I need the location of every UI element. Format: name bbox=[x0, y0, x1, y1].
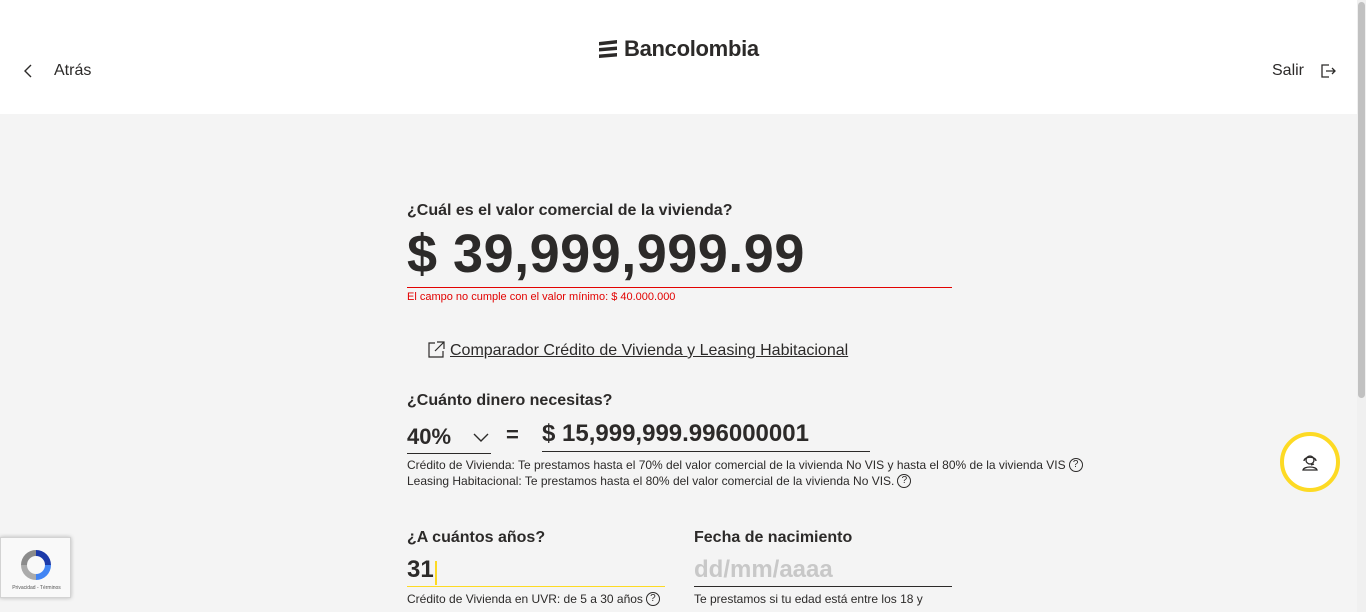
scrollbar-thumb[interactable] bbox=[1358, 2, 1365, 398]
headset-agent-icon bbox=[1302, 455, 1318, 471]
property-value-input[interactable]: $ 39,999,999.99 bbox=[407, 222, 952, 288]
external-link-icon bbox=[428, 341, 445, 358]
percent-select[interactable]: 40% bbox=[407, 420, 491, 454]
chevron-left-icon bbox=[24, 64, 32, 78]
exit-button[interactable]: Salir bbox=[1272, 58, 1338, 84]
birthdate-question: Fecha de nacimiento bbox=[694, 529, 853, 546]
comparator-label: Comparador Crédito de Vivienda y Leasing… bbox=[450, 342, 849, 359]
back-button[interactable]: Atrás bbox=[20, 58, 91, 84]
page-scrollbar[interactable] bbox=[1357, 0, 1366, 612]
bancolombia-logo-icon bbox=[599, 40, 617, 58]
virtual-assistant-button[interactable] bbox=[1280, 432, 1340, 492]
credit-note: Crédito de Vivienda: Te prestamos hasta … bbox=[407, 458, 1083, 472]
help-icon[interactable]: ? bbox=[645, 592, 660, 606]
birthdate-input[interactable]: dd/mm/aaaa bbox=[694, 555, 952, 587]
exit-label: Salir bbox=[1272, 62, 1305, 79]
property-value-text: $ 39,999,999.99 bbox=[407, 224, 805, 284]
years-value: 31 bbox=[407, 556, 434, 583]
back-label: Atrás bbox=[54, 62, 92, 79]
birthdate-note-text: Te prestamos si tu edad está entre los 1… bbox=[694, 592, 923, 606]
comparator-link[interactable]: Comparador Crédito de Vivienda y Leasing… bbox=[426, 340, 848, 360]
recaptcha-badge[interactable]: Privacidad - Términos bbox=[0, 537, 71, 598]
property-value-question: ¿Cuál es el valor comercial de la vivien… bbox=[407, 202, 733, 219]
loan-amount-value: $ 15,999,999.996000001 bbox=[542, 420, 809, 447]
years-input[interactable]: 31 bbox=[407, 555, 665, 587]
recaptcha-links[interactable]: Privacidad - Términos bbox=[1, 585, 72, 591]
help-icon[interactable]: ? bbox=[1068, 458, 1083, 472]
help-icon[interactable]: ? bbox=[897, 474, 912, 488]
chevron-down-icon bbox=[473, 433, 489, 442]
birthdate-note: Te prestamos si tu edad está entre los 1… bbox=[694, 592, 923, 606]
percent-value: 40% bbox=[407, 423, 452, 449]
birthdate-placeholder: dd/mm/aaaa bbox=[694, 556, 833, 583]
leasing-note: Leasing Habitacional: Te prestamos hasta… bbox=[407, 474, 912, 488]
top-header: Atrás Bancolombia Salir bbox=[0, 0, 1357, 114]
brand-name: Bancolombia bbox=[624, 36, 759, 61]
property-value-error: El campo no cumple con el valor mínimo: … bbox=[407, 291, 676, 303]
logout-icon bbox=[1321, 64, 1336, 78]
term-question: ¿A cuántos años? bbox=[407, 529, 546, 546]
term-note: Crédito de Vivienda en UVR: de 5 a 30 añ… bbox=[407, 592, 660, 606]
recaptcha-icon bbox=[21, 550, 51, 580]
leasing-note-text: Leasing Habitacional: Te prestamos hasta… bbox=[407, 474, 895, 488]
loan-amount-field[interactable]: $ 15,999,999.996000001 bbox=[542, 420, 870, 452]
term-note-text: Crédito de Vivienda en UVR: de 5 a 30 añ… bbox=[407, 592, 643, 606]
bancolombia-logo: Bancolombia bbox=[596, 36, 759, 62]
credit-note-text: Crédito de Vivienda: Te prestamos hasta … bbox=[407, 458, 1066, 472]
equals-sign: = bbox=[506, 422, 519, 447]
loan-question: ¿Cuánto dinero necesitas? bbox=[407, 392, 613, 409]
text-caret bbox=[434, 560, 437, 585]
